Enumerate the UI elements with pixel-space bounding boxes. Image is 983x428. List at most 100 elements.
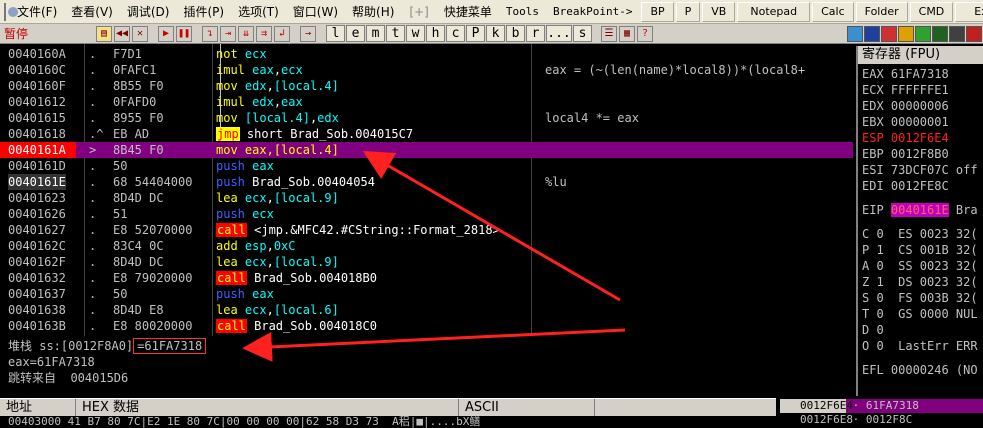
threads-button[interactable]: t xyxy=(386,25,405,42)
plugin-icon-1[interactable] xyxy=(847,25,863,42)
menu-quick[interactable]: 快捷菜单 xyxy=(437,3,499,20)
trace-over-icon[interactable]: ⇉ xyxy=(256,25,272,42)
vb-button[interactable]: VB xyxy=(702,1,736,22)
calc-button[interactable]: Calc xyxy=(812,1,854,22)
exit-button[interactable]: Exit xyxy=(955,1,983,22)
breakpoints-button[interactable]: b xyxy=(506,25,525,42)
disasm-row[interactable]: 00401612. 0FAFD0 imul edx,eax xyxy=(0,94,853,110)
registers-pane[interactable]: 寄存器 (FPU) EAX 61FA7318 ECX FFFFFFE1 EDX 00… xyxy=(856,46,983,396)
handles-button[interactable]: h xyxy=(426,25,445,42)
dump-row[interactable]: 00403000 41 B7 80 7C|E2 1E 80 7C|00 00 0… xyxy=(0,416,776,428)
menu-plugins[interactable]: 插件(P) xyxy=(176,3,231,20)
plugin-icon-4[interactable] xyxy=(898,25,914,42)
stack-row[interactable]: 0012F6E4 · 61FA7318 xyxy=(780,399,983,413)
flag-line[interactable]: P 1 CS 001B 32( xyxy=(862,242,978,258)
open-icon[interactable]: ▤ xyxy=(96,25,112,42)
plugin-icon-6[interactable] xyxy=(932,25,948,42)
flag-line[interactable]: O 0 LastErr ERR xyxy=(862,338,978,354)
memory-map-button[interactable]: m xyxy=(366,25,385,42)
plugin-icon-2[interactable] xyxy=(864,25,880,42)
p-button[interactable]: P xyxy=(675,1,701,22)
call-stack-button[interactable]: k xyxy=(486,25,505,42)
dump-col-address[interactable]: 地址 xyxy=(0,399,76,417)
register-line[interactable]: EDX 00000006 xyxy=(862,98,949,114)
disasm-row[interactable]: 00401638. 8D4D E8 lea ecx,[local.6] xyxy=(0,302,853,318)
pause-icon[interactable]: ❚❚ xyxy=(176,25,192,42)
disasm-row[interactable]: 00401615. 8955 F0 mov [local.4],edx local4 … xyxy=(0,110,853,126)
log-window-button[interactable]: l xyxy=(326,25,345,42)
menu-window[interactable]: 窗口(W) xyxy=(286,3,345,20)
execute-till-return-icon[interactable]: ↲ xyxy=(274,25,290,42)
references-button[interactable]: r xyxy=(526,25,545,42)
flag-line[interactable]: T 0 GS 0000 NUL xyxy=(862,306,978,322)
bp-button[interactable]: BP xyxy=(641,1,674,22)
register-line[interactable]: ESP 0012F6E4 xyxy=(862,130,949,146)
disasm-row[interactable]: 0040161E. 68 54404000 push Brad_Sob.004040… xyxy=(0,174,853,190)
executable-modules-button[interactable]: e xyxy=(346,25,365,42)
menu-view[interactable]: 查看(V) xyxy=(64,3,120,20)
plugin-icon-5[interactable] xyxy=(915,25,931,42)
register-line[interactable]: ESI 73DCF07C off xyxy=(862,162,978,178)
plugin-icon-7[interactable] xyxy=(949,25,965,42)
close-icon[interactable]: ✕ xyxy=(132,25,148,42)
disasm-row[interactable]: 00401623. 8D4D DC lea ecx,[local.9] xyxy=(0,190,853,206)
plugin-icon-8[interactable] xyxy=(966,25,982,42)
folder-button[interactable]: Folder xyxy=(855,1,908,22)
register-line[interactable]: EAX 61FA7318 xyxy=(862,66,949,82)
register-line[interactable]: EBP 0012F8B0 xyxy=(862,146,949,162)
disasm-row[interactable]: 0040162F. 8D4D DC lea ecx,[local.9] xyxy=(0,254,853,270)
dump-col-ascii[interactable]: ASCII xyxy=(459,399,595,417)
rewind-icon[interactable]: ◀◀ xyxy=(114,25,130,42)
menu-plus[interactable]: [+] xyxy=(401,5,436,19)
stack-row[interactable]: 0012F6E8 · 0012F8C xyxy=(780,413,983,427)
grid-icon[interactable]: ▦ xyxy=(619,25,635,42)
list-icon[interactable]: ☰ xyxy=(601,25,617,42)
step-over-icon[interactable]: ⇥ xyxy=(220,25,236,42)
goto-icon[interactable]: → xyxy=(300,25,316,42)
plugin-icon-3[interactable] xyxy=(881,25,897,42)
asm-token: Brad_Sob.004018B0 xyxy=(246,271,377,285)
step-into-icon[interactable]: ↴ xyxy=(202,25,218,42)
cpu-button[interactable]: c xyxy=(446,25,465,42)
disasm-row[interactable]: 00401627. E8 52070000 call <jmp.&MFC42.#CS… xyxy=(0,222,853,238)
trace-into-icon[interactable]: ⇊ xyxy=(238,25,254,42)
menu-file[interactable]: 文件(F) xyxy=(10,3,64,20)
flag-line[interactable]: S 0 FS 003B 32( xyxy=(862,290,978,306)
menu-debug[interactable]: 调试(D) xyxy=(120,3,177,20)
run-trace-button[interactable]: ... xyxy=(546,25,572,42)
notepad-button[interactable]: Notepad xyxy=(737,1,811,22)
register-line[interactable]: ECX FFFFFFE1 xyxy=(862,82,949,98)
flag-line[interactable]: A 0 SS 0023 32( xyxy=(862,258,978,274)
disasm-row[interactable]: 00401626. 51 push ecx xyxy=(0,206,853,222)
disasm-row[interactable]: 00401637. 50 push eax xyxy=(0,286,853,302)
menu-tools[interactable]: Tools xyxy=(499,5,546,18)
source-button[interactable]: s xyxy=(573,25,592,42)
disasm-row[interactable]: 0040160C. 0FAFC1 imul eax,ecx eax = (~(len(… xyxy=(0,62,853,78)
disasm-row[interactable]: 0040160F. 8B55 F0 mov edx,[local.4] xyxy=(0,78,853,94)
flag-line[interactable]: D 0 xyxy=(862,322,884,338)
stack-pane[interactable]: 0012F6E4 · 61FA7318 0012F6E8 · 0012F8C xyxy=(780,398,983,428)
disasm-row[interactable]: 0040160A. F7D1 not ecx xyxy=(0,46,853,62)
disasm-row[interactable]: 00401618 .^ EB AD jmp short Brad_Sob.004015… xyxy=(0,126,853,142)
menu-options[interactable]: 选项(T) xyxy=(231,3,286,20)
register-line[interactable]: EBX 00000001 xyxy=(862,114,949,130)
flag-line[interactable]: Z 1 DS 0023 32( xyxy=(862,274,978,290)
disasm-row[interactable]: 0040161D. 50 push eax xyxy=(0,158,853,174)
efl-register[interactable]: EFL 00000246 (NO xyxy=(862,362,978,378)
disasm-row[interactable]: 00401632. E8 79020000 call Brad_Sob.004018… xyxy=(0,270,853,286)
run-icon[interactable]: ▶ xyxy=(158,25,174,42)
register-line[interactable]: EDI 0012FE8C xyxy=(862,178,949,194)
menu-help[interactable]: 帮助(H) xyxy=(345,3,401,20)
windows-button[interactable]: w xyxy=(406,25,425,42)
dump-col-hex[interactable]: HEX 数据 xyxy=(76,399,459,417)
disasm-row[interactable]: 0040161A >8B45 F0 mov eax,[local.4] xyxy=(0,142,853,158)
flag-line[interactable]: C 0 ES 0023 32( xyxy=(862,226,978,242)
disassembly-pane[interactable]: 0040160A. F7D1 not ecx 0040160C. 0FAFC1 imul … xyxy=(0,44,853,336)
patches-button[interactable]: P xyxy=(466,25,485,42)
help-icon[interactable]: ? xyxy=(637,25,653,42)
cmd-button[interactable]: CMD xyxy=(909,1,954,22)
disasm-row[interactable]: 0040162C. 83C4 0C add esp,0xC xyxy=(0,238,853,254)
eip-register[interactable]: EIP 0040161E Bra xyxy=(862,202,978,218)
disasm-row[interactable]: 0040163B. E8 80020000 call Brad_Sob.004018… xyxy=(0,318,853,334)
menu-breakpoint[interactable]: BreakPoint-> xyxy=(546,5,639,18)
